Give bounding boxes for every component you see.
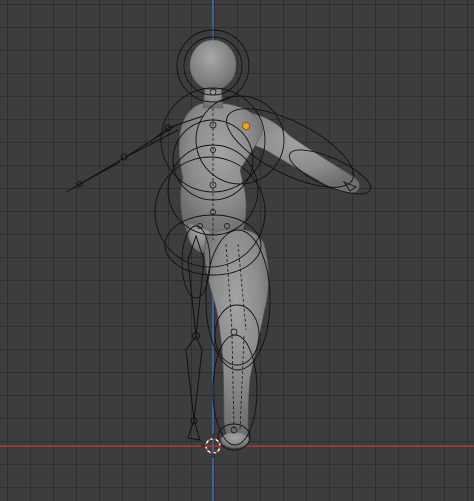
armature[interactable] [154,29,376,451]
bone-left-foot [187,418,201,441]
bone-left-forearm [79,157,125,185]
3d-viewport[interactable] [0,0,474,501]
bone-joint-icon[interactable] [242,122,250,130]
bone-left-hand [65,181,85,193]
viewport-canvas[interactable] [0,0,474,501]
mesh-head [189,39,237,91]
bone-left-shin [185,334,203,421]
bone-left-upperarm [123,123,179,159]
